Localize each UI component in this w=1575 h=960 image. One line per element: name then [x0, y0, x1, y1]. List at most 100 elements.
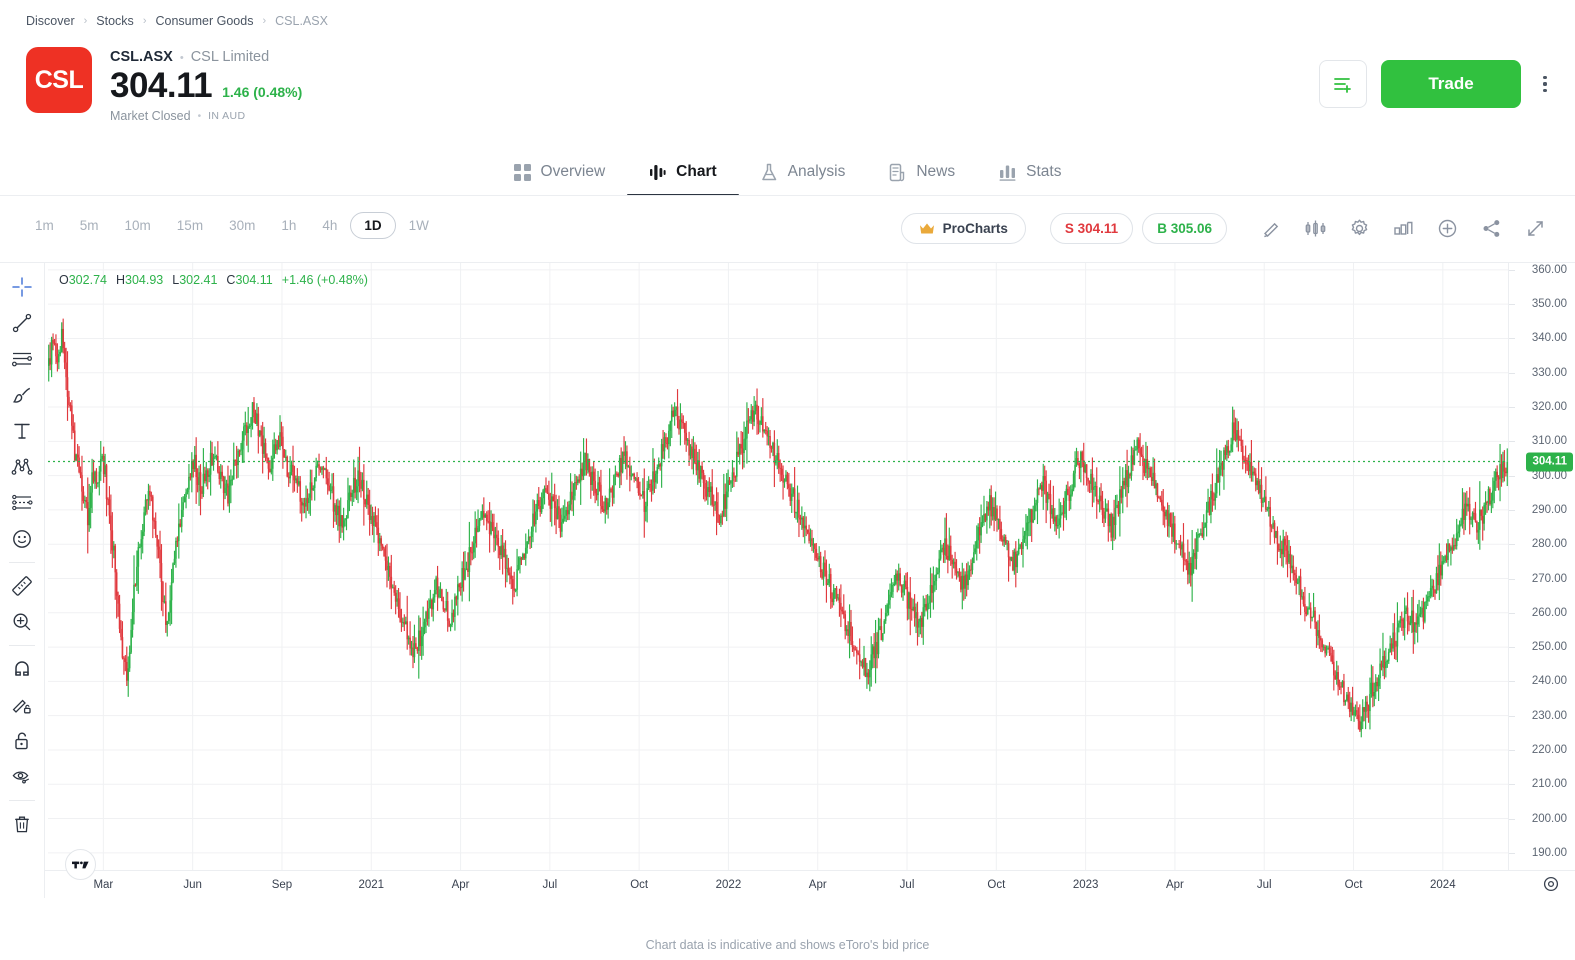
instrument-logo: CSL [26, 47, 92, 113]
price-axis-tick [1509, 818, 1515, 820]
time-axis-label: Sep [271, 879, 293, 891]
tab-stats[interactable]: Stats [977, 148, 1083, 196]
timeframe-1w[interactable]: 1W [396, 212, 442, 239]
timeframe-30m[interactable]: 30m [216, 212, 268, 239]
tab-analysis[interactable]: Analysis [739, 148, 868, 196]
price-axis-label: 290.00 [1531, 503, 1567, 516]
ohlc-legend: O302.74 H304.93 L302.41 C304.11 +1.46 (+… [59, 273, 368, 287]
current-price: 304.11 [110, 66, 213, 105]
time-axis-label: Jul [899, 879, 915, 891]
chart-axis-settings-button[interactable] [1541, 874, 1561, 894]
tab-chart[interactable]: Chart [627, 148, 740, 196]
current-price-badge: 304.11 [1526, 452, 1573, 472]
crown-icon [919, 223, 934, 233]
chart-plot-area[interactable] [48, 263, 1508, 870]
add-to-watchlist-button[interactable] [1319, 60, 1367, 108]
timeframe-1m[interactable]: 1m [22, 212, 67, 239]
measure-ruler-tool-button[interactable] [0, 568, 44, 604]
tradingview-logo[interactable] [65, 849, 96, 880]
timeframe-15m[interactable]: 15m [164, 212, 216, 239]
price-axis-tick [1509, 647, 1515, 649]
bar-chart-icon [999, 165, 1016, 181]
tab-news[interactable]: News [867, 148, 977, 196]
breadcrumb-item-stocks[interactable]: Stocks [96, 14, 134, 28]
procharts-button[interactable]: ProCharts [900, 212, 1026, 244]
separator-dot-icon: • [197, 110, 202, 122]
breadcrumb-item-current[interactable]: CSL.ASX [275, 14, 328, 28]
remove-drawings-button[interactable] [0, 806, 44, 842]
trend-line-icon [12, 313, 32, 333]
more-options-button[interactable] [1535, 60, 1555, 108]
tab-label: Analysis [787, 163, 846, 180]
price-axis-label: 280.00 [1531, 538, 1567, 551]
pattern-tool-button[interactable] [0, 449, 44, 485]
sell-price-button[interactable]: S 304.11 [1049, 212, 1134, 244]
trend-line-tool-button[interactable] [0, 305, 44, 341]
time-axis-label: Apr [1165, 879, 1184, 891]
emoji-tool-button[interactable] [0, 521, 44, 557]
price-axis-tick [1509, 852, 1515, 854]
horizontal-lines-tool-button[interactable] [0, 341, 44, 377]
breadcrumb-item-discover[interactable]: Discover [26, 14, 75, 28]
timeframe-1d[interactable]: 1D [350, 212, 396, 239]
stay-in-drawing-mode-button[interactable] [0, 687, 44, 723]
timeframe-1h[interactable]: 1h [268, 212, 309, 239]
brush-icon [12, 387, 31, 403]
share-button[interactable] [1469, 212, 1513, 244]
trade-button[interactable]: Trade [1381, 60, 1521, 108]
magnet-tool-button[interactable] [0, 651, 44, 687]
currency-label: IN AUD [208, 110, 246, 122]
breadcrumb-separator-icon: › [142, 15, 147, 27]
price-axis-tick [1509, 509, 1515, 511]
tab-label: Stats [1026, 163, 1062, 180]
instrument-symbol: CSL.ASX [110, 49, 173, 65]
zoom-in-tool-button[interactable] [0, 604, 44, 640]
tab-overview[interactable]: Overview [492, 148, 628, 196]
ruler-icon [12, 576, 32, 596]
emoji-icon [13, 530, 31, 548]
time-axis-label: Jul [1256, 879, 1272, 891]
chart-settings-button[interactable] [1337, 212, 1381, 244]
fullscreen-button[interactable] [1513, 212, 1557, 244]
price-axis[interactable]: 360.00 350.00 340.00 330.00 320.00 310.00 300.… [1508, 263, 1575, 870]
time-axis[interactable]: Mar Jun Sep 2021 Apr Jul Oct 2022 Apr Jul Oct 2023 A… [45, 870, 1575, 898]
hide-drawings-button[interactable] [0, 759, 44, 795]
timeframe-10m[interactable]: 10m [112, 212, 164, 239]
tab-label: Overview [540, 163, 606, 180]
price-axis-tick [1509, 578, 1515, 580]
ohlc-open: O302.74 [59, 273, 107, 287]
add-compare-button[interactable] [1425, 212, 1469, 244]
price-axis-label: 220.00 [1531, 743, 1567, 756]
price-axis-tick [1509, 544, 1515, 546]
crosshair-tool-button[interactable] [0, 269, 44, 305]
brush-tool-button[interactable] [0, 377, 44, 413]
chart-settings-icon [1543, 876, 1559, 892]
fullscreen-icon [1527, 220, 1543, 236]
candlestick-series [48, 263, 1508, 870]
flask-icon [761, 163, 776, 180]
fib-retracement-tool-button[interactable] [0, 485, 44, 521]
price-axis-tick [1509, 475, 1515, 477]
chart-container[interactable]: O302.74 H304.93 L302.41 C304.11 +1.46 (+… [45, 262, 1575, 898]
price-axis-tick [1509, 612, 1515, 614]
lock-drawings-button[interactable] [0, 723, 44, 759]
timeframe-5m[interactable]: 5m [67, 212, 112, 239]
buy-price-button[interactable]: B 305.06 [1142, 212, 1227, 244]
text-tool-button[interactable] [0, 413, 44, 449]
tabs-divider [0, 195, 1575, 196]
price-axis-label: 260.00 [1531, 606, 1567, 619]
chart-tool-actions: ProCharts S 304.11 B 305.06 [900, 212, 1557, 244]
price-axis-label: 230.00 [1531, 709, 1567, 722]
breadcrumb-item-consumer-goods[interactable]: Consumer Goods [155, 14, 253, 28]
price-axis-label: 210.00 [1531, 778, 1567, 791]
time-axis-label: Mar [93, 879, 114, 891]
draw-pencil-button[interactable] [1249, 212, 1293, 244]
text-icon [14, 423, 30, 439]
chart-toolbar: 1m 5m 10m 15m 30m 1h 4h 1D 1W ProCharts … [0, 212, 1575, 254]
price-axis-tick [1509, 749, 1515, 751]
timeframe-4h[interactable]: 4h [309, 212, 350, 239]
chart-type-button[interactable] [1381, 212, 1425, 244]
indicators-button[interactable] [1293, 212, 1337, 244]
toolbar-divider [9, 645, 35, 646]
ohlc-close: C304.11 [226, 273, 273, 287]
